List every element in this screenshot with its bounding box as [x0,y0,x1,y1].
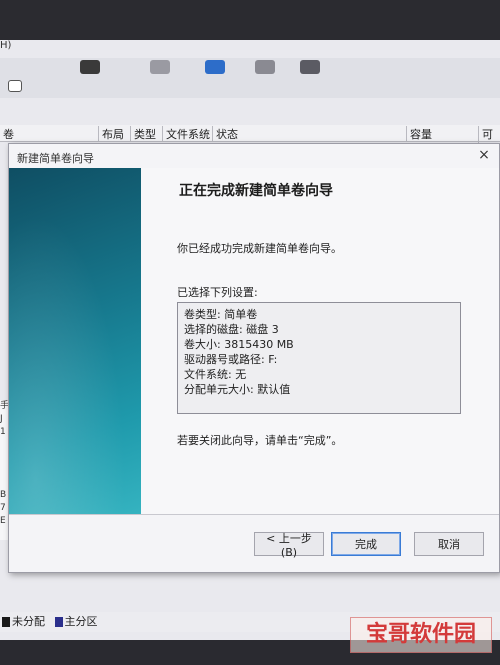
unallocated-swatch [2,617,10,627]
toolbar-view-icon[interactable] [255,60,275,74]
back-button[interactable]: < 上一步(B) [254,532,324,559]
primary-partition-swatch [54,617,63,627]
close-icon[interactable]: × [475,146,493,164]
legend-primary-partition: 主分区 [64,615,98,628]
wizard-content: 正在完成新建简单卷向导 你已经成功完成新建简单卷向导。 已选择下列设置: 卷类型… [141,168,499,514]
volume-list-header: 卷 布局 类型 文件系统 状态 容量 可用 [0,125,500,158]
setting-file-system: 文件系统: 无 [184,368,247,381]
dialog-title: 新建简单卷向导 [17,152,94,165]
new-simple-volume-wizard: 新建简单卷向导 × 正在完成新建简单卷向导 你已经成功完成新建简单卷向导。 已选… [8,143,500,573]
col-status[interactable]: 状态 [212,126,238,142]
setting-selected-disk: 选择的磁盘: 磁盘 3 [184,323,279,336]
toolbar-properties-icon[interactable] [150,60,170,74]
col-capacity[interactable]: 容量 [406,126,432,142]
menu-bar-fragment: H) [0,40,11,54]
col-filesystem[interactable]: 文件系统 [162,126,210,142]
toolbar-list-icon[interactable] [8,80,22,92]
settings-summary-box[interactable]: 卷类型: 简单卷 选择的磁盘: 磁盘 3 卷大小: 3815430 MB 驱动器… [177,302,461,414]
wizard-heading: 正在完成新建简单卷向导 [179,183,333,199]
legend-unallocated: 未分配 [12,615,45,628]
monitor-bezel-top [0,0,500,40]
toolbar [0,58,500,98]
toolbar-disk-icon[interactable] [300,60,320,74]
toolbar-help-icon[interactable] [205,60,225,74]
toolbar-back-icon[interactable] [80,60,100,74]
setting-allocation-unit: 分配单元大小: 默认值 [184,383,291,396]
wizard-banner [9,168,141,514]
menu-fragment[interactable]: H) [0,40,11,51]
col-volume[interactable]: 卷 [0,126,14,142]
watermark-logo: 宝哥软件园 [350,617,492,653]
cancel-button[interactable]: 取消 [414,532,484,556]
setting-drive-letter: 驱动器号或路径: F: [184,353,278,366]
close-hint: 若要关闭此向导，请单击“完成”。 [177,434,343,447]
setting-volume-type: 卷类型: 简单卷 [184,308,258,321]
finish-button[interactable]: 完成 [331,532,401,556]
setting-volume-size: 卷大小: 3815430 MB [184,338,294,351]
settings-label: 已选择下列设置: [177,286,258,299]
wizard-description: 你已经成功完成新建简单卷向导。 [177,242,342,255]
button-separator [9,514,499,515]
col-layout[interactable]: 布局 [98,126,124,142]
col-type[interactable]: 类型 [130,126,156,142]
